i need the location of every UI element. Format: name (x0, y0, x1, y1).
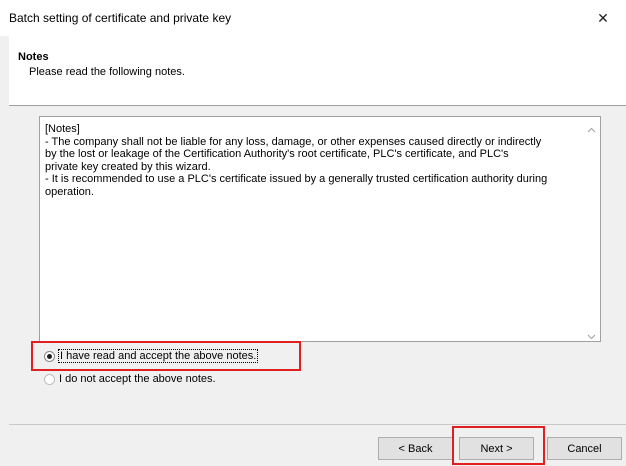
accept-highlight-box (31, 341, 301, 371)
page-title: Notes (18, 51, 49, 63)
decline-radio[interactable] (44, 373, 55, 385)
window-title: Batch setting of certificate and private… (9, 11, 232, 25)
chevron-up-icon[interactable] (586, 125, 597, 136)
close-icon: ✕ (597, 9, 609, 26)
decline-option[interactable]: I do not accept the above notes. (44, 373, 217, 385)
decline-label: I do not accept the above notes. (59, 373, 216, 385)
page-subtitle: Please read the following notes. (29, 66, 185, 78)
cancel-button-label: Cancel (567, 442, 602, 455)
back-button-label: < Back (398, 442, 433, 455)
vertical-scrollbar[interactable] (583, 117, 600, 341)
back-button[interactable]: < Back (378, 437, 453, 460)
header-divider (9, 105, 626, 106)
close-button[interactable]: ✕ (580, 0, 626, 36)
wizard-window: Batch setting of certificate and private… (0, 0, 626, 466)
next-highlight-box (452, 426, 545, 465)
title-bar: Batch setting of certificate and private… (0, 0, 626, 36)
chevron-down-icon[interactable] (586, 331, 597, 342)
notes-text: [Notes] - The company shall not be liabl… (45, 123, 548, 198)
cancel-button[interactable]: Cancel (547, 437, 622, 460)
notes-textbox[interactable]: [Notes] - The company shall not be liabl… (39, 116, 601, 342)
footer-divider (9, 424, 626, 425)
